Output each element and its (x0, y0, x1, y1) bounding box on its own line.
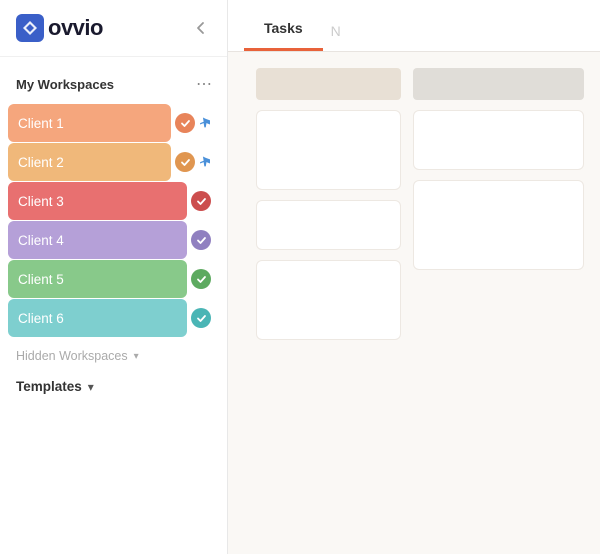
workspace-actions (175, 113, 211, 133)
board-card[interactable] (256, 260, 401, 340)
board-column-1 (256, 68, 401, 538)
pin-icon (193, 151, 215, 173)
hidden-workspaces-label: Hidden Workspaces (16, 349, 128, 363)
tabs-bar: Tasks N (228, 0, 600, 52)
board-area (228, 52, 600, 554)
main-content: Tasks N (228, 0, 600, 554)
workspace-check-icon (175, 152, 195, 172)
column-header (256, 68, 401, 100)
sidebar-content: My Workspaces ⋯ Client 1Client 2Client 3… (0, 57, 227, 554)
pin-icon (193, 112, 215, 134)
board-card[interactable] (256, 200, 401, 250)
workspace-check-icon (191, 308, 211, 328)
workspace-label: Client 1 (8, 104, 171, 142)
workspace-check-icon (191, 269, 211, 289)
workspace-actions (191, 191, 211, 211)
workspace-list: Client 1Client 2Client 3Client 4Client 5… (0, 104, 227, 337)
workspace-label: Client 6 (8, 299, 187, 337)
workspace-actions (191, 230, 211, 250)
templates-section[interactable]: Templates ▾ (0, 371, 227, 402)
my-workspaces-header: My Workspaces ⋯ (0, 69, 227, 103)
workspace-check-icon (191, 230, 211, 250)
board-card[interactable] (413, 110, 584, 170)
logo-text: ovvio (48, 15, 103, 41)
logo: ovvio (16, 14, 103, 42)
workspace-label: Client 4 (8, 221, 187, 259)
board-column-2 (413, 68, 584, 538)
workspace-actions (175, 152, 211, 172)
workspace-menu-button[interactable]: ⋯ (193, 73, 215, 95)
workspace-check-icon (191, 191, 211, 211)
sidebar: ovvio My Workspaces ⋯ Client 1Client 2Cl… (0, 0, 228, 554)
logo-area: ovvio (0, 0, 227, 57)
ovvio-logo-icon (16, 14, 44, 42)
hidden-workspaces-chevron-icon: ▾ (134, 351, 139, 362)
board-card[interactable] (256, 110, 401, 190)
collapse-sidebar-button[interactable] (187, 14, 215, 42)
workspace-actions (191, 308, 211, 328)
workspace-label: Client 2 (8, 143, 171, 181)
sidebar-item-client-4[interactable]: Client 4 (8, 221, 219, 259)
hidden-workspaces-toggle[interactable]: Hidden Workspaces ▾ (0, 341, 227, 371)
sidebar-item-client-3[interactable]: Client 3 (8, 182, 219, 220)
chevron-left-icon (193, 20, 209, 36)
sidebar-item-client-1[interactable]: Client 1 (8, 104, 219, 142)
workspace-actions (191, 269, 211, 289)
sidebar-item-client-6[interactable]: Client 6 (8, 299, 219, 337)
board-card[interactable] (413, 180, 584, 270)
sidebar-item-client-2[interactable]: Client 2 (8, 143, 219, 181)
tab-tasks[interactable]: Tasks (244, 6, 323, 51)
my-workspaces-title: My Workspaces (16, 77, 114, 92)
workspace-label: Client 3 (8, 182, 187, 220)
column-header (413, 68, 584, 100)
workspace-check-icon (175, 113, 195, 133)
workspace-label: Client 5 (8, 260, 187, 298)
templates-label: Templates (16, 379, 82, 394)
templates-chevron-icon: ▾ (88, 380, 94, 394)
tab-notes-partial[interactable]: N (323, 9, 349, 51)
sidebar-item-client-5[interactable]: Client 5 (8, 260, 219, 298)
